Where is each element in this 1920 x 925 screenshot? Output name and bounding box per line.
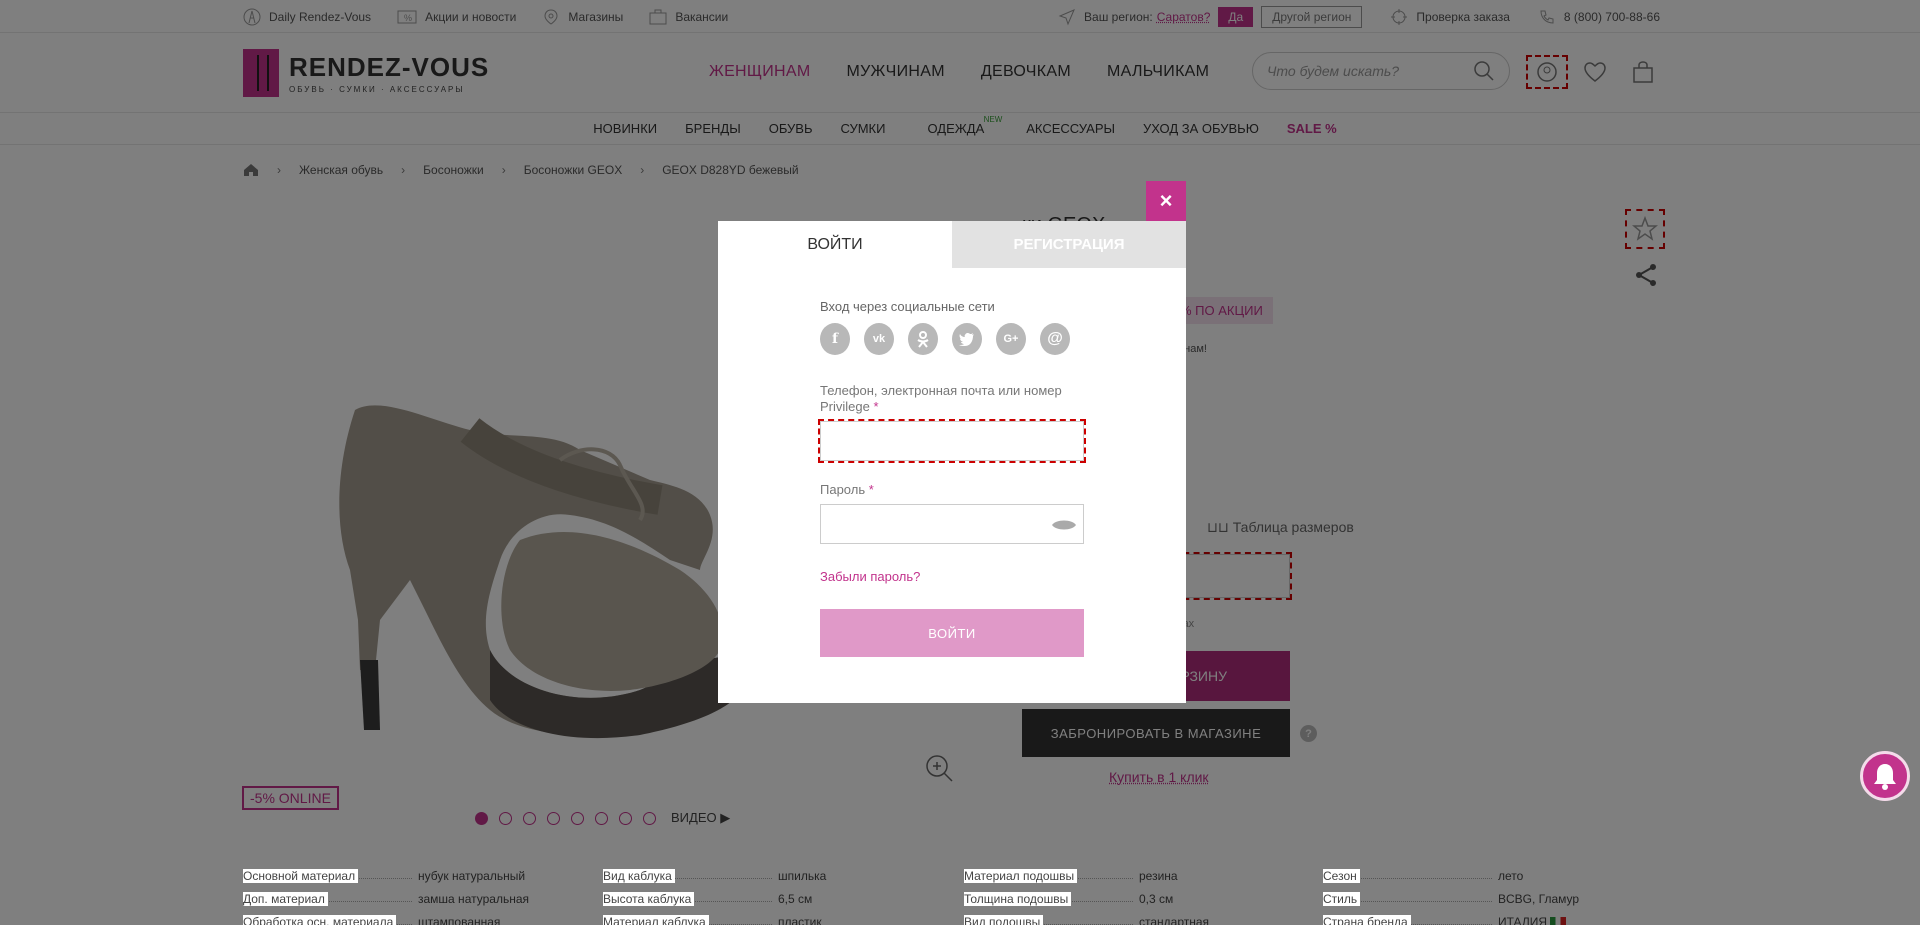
spec-label: Вид подошвы [964, 914, 1044, 925]
spec-label: Материал подошвы [964, 868, 1078, 883]
google-plus-icon[interactable]: G+ [996, 323, 1026, 355]
modal-tabs: ВОЙТИ РЕГИСТРАЦИЯ [718, 221, 1186, 268]
spec-label: Толщина подошвы [964, 891, 1072, 906]
spec-label: Доп. материал [243, 891, 328, 906]
mail-at-icon[interactable]: @ [1040, 323, 1070, 355]
login-field-label-text: Телефон, электронная почта или номер Pri… [820, 383, 1062, 414]
spec-label: Страна бренда [1323, 914, 1411, 925]
login-field-label: Телефон, электронная почта или номер Pri… [820, 383, 1084, 415]
notifications-button[interactable] [1860, 751, 1910, 801]
spec-label: Сезон [1323, 868, 1360, 883]
spec-label: Высота каблука [603, 891, 695, 906]
social-login-label: Вход через социальные сети [820, 299, 995, 314]
required-mark: * [868, 482, 874, 497]
password-field-label: Пароль * [820, 482, 1084, 498]
spec-label: Вид каблука [603, 868, 675, 883]
bell-icon [1874, 764, 1896, 790]
twitter-icon[interactable] [952, 323, 982, 355]
spec-label: Стиль [1323, 891, 1361, 906]
spec-label: Обработка осн. материала [243, 914, 397, 925]
spec-label: Материал каблука [603, 914, 709, 925]
facebook-icon[interactable]: f [820, 323, 850, 355]
social-login-buttons: f vk G+ @ [820, 323, 1084, 355]
tab-register[interactable]: РЕГИСТРАЦИЯ [952, 221, 1186, 268]
tab-login[interactable]: ВОЙТИ [718, 221, 952, 268]
password-input[interactable] [820, 504, 1084, 544]
eye-icon[interactable] [1051, 517, 1077, 533]
forgot-password-link[interactable]: Забыли пароль? [820, 569, 1084, 584]
required-mark: * [873, 399, 879, 414]
vk-icon[interactable]: vk [864, 323, 894, 355]
spec-label: Основной материал [243, 868, 359, 883]
login-submit-button[interactable]: ВОЙТИ [820, 609, 1084, 657]
password-field-label-text: Пароль [820, 482, 866, 497]
modal-close-button[interactable]: × [1146, 181, 1186, 221]
odnoklassniki-icon[interactable] [908, 323, 938, 355]
login-modal: ВОЙТИ РЕГИСТРАЦИЯ Вход через социальные … [718, 221, 1186, 703]
login-input[interactable] [818, 419, 1086, 463]
